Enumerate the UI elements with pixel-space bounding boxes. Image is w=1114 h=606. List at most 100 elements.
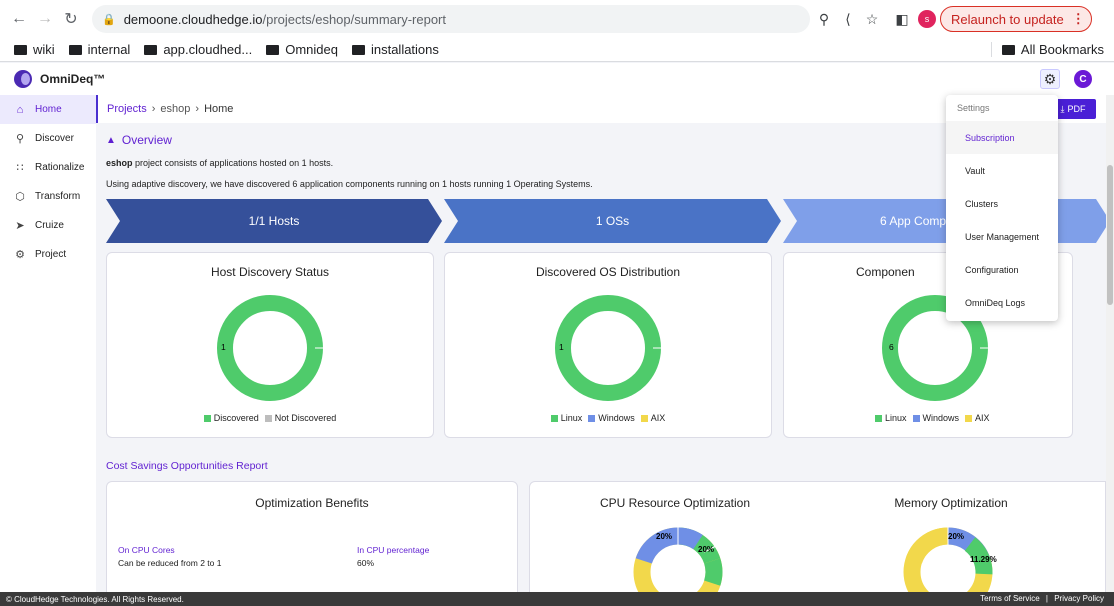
cpu-optimization-title: CPU Resource Optimization	[599, 496, 751, 510]
card-title: Host Discovery Status	[210, 265, 330, 279]
legend-windows[interactable]: Windows	[588, 413, 635, 423]
footer: © CloudHedge Technologies. All Rights Re…	[0, 592, 1114, 606]
relaunch-button[interactable]: Relaunch to update ⋮	[940, 6, 1092, 32]
chevron-right-icon: ›	[151, 103, 156, 115]
os-distribution-card: Discovered OS Distribution 1 Linux Windo…	[444, 252, 772, 438]
star-icon[interactable]: ☆	[860, 7, 884, 31]
bookmark-internal[interactable]: internal	[68, 42, 130, 57]
breadcrumb-projects[interactable]: Projects	[107, 103, 147, 115]
bookmark-label: wiki	[33, 42, 55, 57]
bookmark-label: installations	[370, 42, 439, 57]
sidepanel-icon[interactable]: ◧	[890, 7, 914, 31]
cpu-label-2: 20%	[698, 545, 715, 554]
sidebar: ⌂ Home ⚲ Discover ∷ Rationalize ⬡ Transform …	[0, 95, 96, 592]
settings-header: Settings	[957, 103, 990, 113]
sidebar-item-label: Project	[35, 249, 67, 260]
menu-item-clusters[interactable]: Clusters	[946, 187, 1058, 220]
legend-aix[interactable]: AIX	[640, 413, 665, 423]
cpu-label-1: 20%	[656, 532, 673, 541]
breadcrumb-current: Home	[204, 103, 234, 115]
cpu-cores-value: Can be reduced from 2 to 1	[118, 558, 222, 568]
sidebar-item-transform[interactable]: ⬡ Transform	[0, 182, 96, 211]
all-bookmarks[interactable]: All Bookmarks	[990, 42, 1104, 57]
sidebar-item-discover[interactable]: ⚲ Discover	[0, 124, 96, 153]
banner-hosts: 1/1 Hosts	[248, 214, 300, 228]
menu-item-vault[interactable]: Vault	[946, 154, 1058, 187]
sidebar-item-rationalize[interactable]: ∷ Rationalize	[0, 153, 96, 182]
linux-slice	[555, 295, 661, 401]
cost-savings-link[interactable]: Cost Savings Opportunities Report	[106, 460, 268, 472]
settings-icon: ⚙	[15, 249, 25, 261]
omnideq-logo-icon	[14, 70, 32, 88]
all-bookmarks-label: All Bookmarks	[1020, 42, 1104, 57]
legend-discovered[interactable]: Discovered	[203, 413, 259, 423]
menu-item-omnideq-logs[interactable]: OmniDeq Logs	[946, 286, 1058, 319]
bookmarks-bar: wiki internal app.cloudhed... Omnideq in…	[0, 38, 1114, 62]
folder-icon	[144, 44, 158, 55]
memory-optimization-title: Memory Optimization	[894, 496, 1008, 510]
cube-icon: ⬡	[15, 191, 25, 203]
cpu-pct-label: In CPU percentage	[357, 545, 430, 555]
menu-item-configuration[interactable]: Configuration	[946, 253, 1058, 286]
reload-icon[interactable]: ↻	[58, 6, 84, 32]
memory-label-2: 11.29%	[970, 555, 997, 564]
menu-item-subscription[interactable]: Subscription	[946, 121, 1058, 154]
legend-linux[interactable]: Linux	[550, 413, 582, 423]
bookmark-wiki[interactable]: wiki	[14, 42, 55, 57]
legend-windows[interactable]: Windows	[912, 413, 959, 423]
bookmark-app-cloudhedge[interactable]: app.cloudhed...	[144, 42, 252, 57]
overview-toggle[interactable]: ▲ Overview	[106, 133, 172, 147]
terms-link[interactable]: Terms of Service	[980, 594, 1040, 603]
breadcrumb-project[interactable]: eshop	[160, 103, 190, 115]
scrollbar-thumb[interactable]	[1107, 165, 1113, 305]
privacy-link[interactable]: Privacy Policy	[1054, 594, 1104, 603]
folder-icon	[351, 44, 365, 55]
pdf-label: PDF	[1067, 104, 1086, 114]
resource-optimization-card: CPU Resource Optimization Memory Optimiz…	[529, 481, 1106, 601]
host-donut	[217, 295, 323, 401]
kebab-icon: ⋮	[1071, 11, 1085, 26]
bookmark-omnideq[interactable]: Omnideq	[266, 42, 338, 57]
menu-item-user-management[interactable]: User Management	[946, 220, 1058, 253]
url-host: demoone.cloudhedge.io	[123, 11, 263, 27]
chevron-up-icon: ▲	[106, 134, 116, 146]
sidebar-item-label: Home	[35, 104, 62, 115]
relaunch-label: Relaunch to update	[951, 11, 1064, 27]
legend-linux[interactable]: Linux	[875, 413, 907, 423]
bookmark-label: app.cloudhed...	[163, 42, 253, 57]
rocket-icon: ➤	[15, 220, 25, 232]
sidebar-item-project[interactable]: ⚙ Project	[0, 240, 96, 269]
project-name: eshop	[106, 158, 133, 168]
cpu-pct-value: 60%	[357, 558, 375, 568]
address-bar[interactable]: 🔒 demoone.cloudhedge.io/projects/eshop/s…	[92, 5, 810, 33]
os-donut	[555, 295, 661, 401]
sidebar-item-home[interactable]: ⌂ Home	[0, 95, 96, 124]
forward-icon[interactable]: →	[32, 6, 58, 32]
overview-line1: eshop project consists of applications h…	[106, 158, 333, 168]
download-icon: ⤓	[1060, 103, 1065, 114]
legend-aix[interactable]: AIX	[965, 413, 990, 423]
overview-line2: Using adaptive discovery, we have discov…	[106, 179, 593, 189]
overview-line1-text: project consists of applications hosted …	[132, 158, 334, 168]
host-legend: Discovered Not Discovered	[107, 413, 433, 423]
settings-gear-icon[interactable]: ⚙	[1040, 69, 1060, 89]
optimization-benefits-card: Optimization Benefits On CPU Cores Can b…	[106, 481, 518, 601]
page-scrollbar[interactable]	[1106, 95, 1114, 592]
card-title: Optimization Benefits	[255, 496, 369, 510]
legend-not-discovered[interactable]: Not Discovered	[264, 413, 336, 423]
user-avatar[interactable]: C	[1074, 70, 1092, 88]
share-icon[interactable]: ⟨	[836, 7, 860, 31]
folder-icon	[1001, 44, 1015, 55]
nodes-icon: ∷	[16, 162, 24, 174]
search-icon: ⚲	[15, 133, 25, 145]
copyright-text: © CloudHedge Technologies. All Rights Re…	[6, 594, 184, 604]
app-header: OmniDeq™ ⚙ C	[0, 63, 1114, 95]
url-path: /projects/eshop/summary-report	[262, 11, 446, 27]
settings-dropdown: Settings Subscription Vault Clusters Use…	[946, 95, 1058, 321]
profile-avatar[interactable]: s	[918, 10, 936, 28]
bookmark-installations[interactable]: installations	[351, 42, 439, 57]
back-icon[interactable]: ←	[6, 6, 32, 32]
zoom-icon[interactable]: ⚲	[812, 7, 836, 31]
sidebar-item-cruize[interactable]: ➤ Cruize	[0, 211, 96, 240]
memory-label-1: 20%	[948, 532, 965, 541]
